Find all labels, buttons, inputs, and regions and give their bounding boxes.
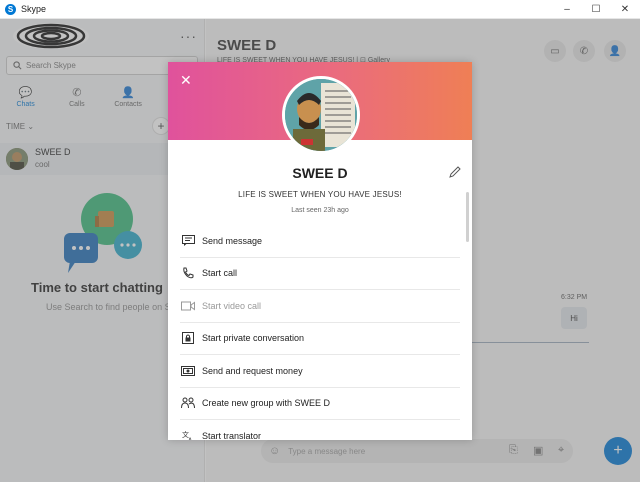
window-title: Skype bbox=[21, 4, 47, 14]
action-label: Start private conversation bbox=[202, 333, 305, 344]
action-label: Create new group with SWEE D bbox=[202, 398, 331, 409]
start-translator-button[interactable]: 文A Start translator bbox=[180, 420, 460, 440]
video-icon bbox=[180, 299, 196, 313]
create-group-button[interactable]: Create new group with SWEE D bbox=[180, 388, 460, 420]
profile-mood: LIFE IS SWEET WHEN YOU HAVE JESUS! bbox=[238, 190, 402, 199]
minimize-button[interactable]: – bbox=[552, 0, 582, 19]
profile-name: SWEE D bbox=[292, 165, 348, 181]
translate-icon: 文A bbox=[180, 429, 196, 440]
action-label: Start call bbox=[202, 268, 238, 279]
start-call-button[interactable]: Start call bbox=[180, 258, 460, 290]
pencil-icon[interactable] bbox=[448, 165, 462, 179]
skype-logo-icon: S bbox=[5, 3, 16, 15]
money-icon bbox=[180, 364, 196, 378]
action-label: Send and request money bbox=[202, 365, 303, 376]
profile-avatar-large bbox=[282, 76, 360, 154]
title-bar: S Skype – ☐ ✕ bbox=[0, 0, 640, 19]
action-label: Start translator bbox=[202, 430, 262, 440]
close-window-button[interactable]: ✕ bbox=[610, 0, 640, 19]
start-private-conversation-button[interactable]: Start private conversation bbox=[180, 323, 460, 355]
message-icon bbox=[180, 234, 196, 248]
action-label: Send message bbox=[202, 235, 263, 246]
maximize-button[interactable]: ☐ bbox=[581, 0, 611, 19]
phone-icon bbox=[180, 266, 196, 280]
profile-last-seen: Last seen 23h ago bbox=[291, 207, 349, 214]
lock-icon bbox=[180, 331, 196, 345]
close-icon[interactable]: ✕ bbox=[180, 72, 192, 89]
group-icon bbox=[180, 396, 196, 410]
send-request-money-button[interactable]: Send and request money bbox=[180, 355, 460, 388]
start-video-call-button[interactable]: Start video call bbox=[180, 290, 460, 323]
scrollbar[interactable] bbox=[466, 192, 469, 242]
profile-dialog: ✕ SWEE D LIFE IS SWEET WHEN YOU HAVE JES… bbox=[168, 62, 472, 440]
send-message-button[interactable]: Send message bbox=[180, 225, 460, 258]
profile-actions: Send message Start call Start video call… bbox=[180, 225, 460, 440]
svg-text:A: A bbox=[188, 437, 193, 440]
action-label: Start video call bbox=[202, 300, 262, 311]
